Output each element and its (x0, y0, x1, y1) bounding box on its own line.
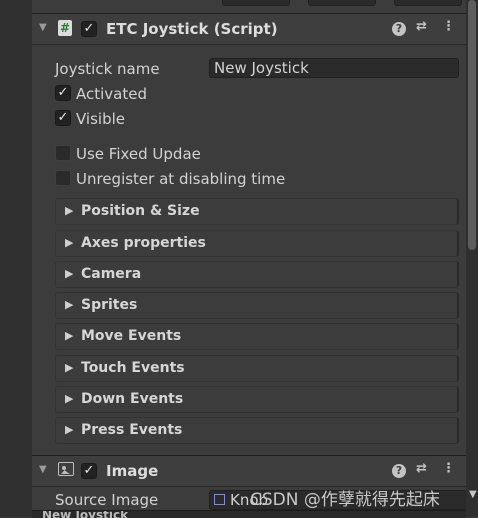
image-component-title: Image (106, 462, 159, 480)
kebab-menu-icon[interactable]: ⋮ (442, 461, 455, 476)
unregister-label: Unregister at disabling time (76, 170, 286, 188)
left-gutter (0, 0, 32, 517)
fold-down-arrow-icon[interactable]: ▼ (39, 22, 47, 33)
visible-label: Visible (76, 110, 125, 128)
image-component-icon (58, 462, 74, 476)
foldout-label: Touch Events (81, 360, 185, 376)
inspector-panel: ▼ # ✓ ETC Joystick (Script) ? ⇄ ⋮ Joysti… (32, 0, 467, 518)
foldout-position-size[interactable]: ▶ Position & Size (55, 198, 459, 225)
previous-field-2[interactable] (308, 0, 376, 6)
visible-checkbox[interactable]: ✓ (55, 110, 71, 126)
expand-arrow-icon: ▶ (65, 204, 74, 217)
unregister-checkbox[interactable] (55, 170, 71, 186)
watermark-text: CSDN @作孽就得先起床 (250, 490, 440, 510)
preset-icon[interactable]: ⇄ (416, 461, 427, 476)
top-strip (32, 0, 466, 8)
activated-checkbox[interactable]: ✓ (55, 85, 71, 101)
foldout-label: Sprites (81, 297, 138, 313)
foldout-label: Axes properties (81, 235, 206, 251)
sprite-asset-icon (214, 494, 225, 505)
expand-arrow-icon: ▶ (65, 361, 74, 374)
expand-arrow-icon: ▶ (65, 267, 74, 280)
csharp-script-icon: # (58, 20, 72, 36)
foldout-camera[interactable]: ▶ Camera (55, 261, 459, 288)
foldout-sprites[interactable]: ▶ Sprites (55, 292, 459, 319)
help-icon[interactable]: ? (392, 464, 406, 478)
foldout-touch-events[interactable]: ▶ Touch Events (55, 355, 459, 382)
expand-arrow-icon: ▶ (65, 392, 74, 405)
scrollbar-thumb[interactable] (468, 0, 476, 250)
joystick-name-label: Joystick name (55, 60, 160, 78)
joystick-name-field[interactable]: New Joystick (209, 58, 459, 78)
previous-field-1[interactable] (222, 0, 290, 6)
image-component-header[interactable]: ▼ ✓ Image ? ⇄ ⋮ (32, 455, 466, 487)
use-fixed-update-label: Use Fixed Updae (76, 145, 201, 163)
previous-field-3[interactable] (394, 0, 462, 6)
expand-arrow-icon: ▶ (65, 423, 74, 436)
foldout-axes-properties[interactable]: ▶ Axes properties (55, 230, 459, 257)
foldout-label: Position & Size (81, 203, 200, 219)
use-fixed-update-checkbox[interactable] (55, 145, 71, 161)
vertical-scrollbar[interactable] (466, 0, 478, 517)
component-enabled-checkbox[interactable]: ✓ (81, 21, 97, 37)
expand-arrow-icon: ▶ (65, 236, 74, 249)
foldout-label: Camera (81, 266, 142, 282)
source-image-label: Source Image (55, 491, 159, 509)
foldout-down-events[interactable]: ▶ Down Events (55, 386, 459, 413)
expand-arrow-icon: ▶ (65, 329, 74, 342)
foldout-label: Press Events (81, 422, 183, 438)
dropdown-arrow-icon[interactable]: ▼ (469, 489, 477, 500)
fold-down-arrow-icon[interactable]: ▼ (39, 464, 47, 475)
foldout-label: Move Events (81, 328, 182, 344)
preset-icon[interactable]: ⇄ (416, 19, 427, 34)
kebab-menu-icon[interactable]: ⋮ (442, 19, 455, 34)
foldout-press-events[interactable]: ▶ Press Events (55, 417, 459, 444)
image-enabled-checkbox[interactable]: ✓ (81, 463, 97, 479)
etc-joystick-header[interactable]: ▼ # ✓ ETC Joystick (Script) ? ⇄ ⋮ (32, 13, 466, 45)
foldout-move-events[interactable]: ▶ Move Events (55, 323, 459, 350)
activated-label: Activated (76, 85, 147, 103)
component-title: ETC Joystick (Script) (106, 20, 278, 38)
help-icon[interactable]: ? (392, 22, 406, 36)
foldout-label: Down Events (81, 391, 184, 407)
expand-arrow-icon: ▶ (65, 298, 74, 311)
